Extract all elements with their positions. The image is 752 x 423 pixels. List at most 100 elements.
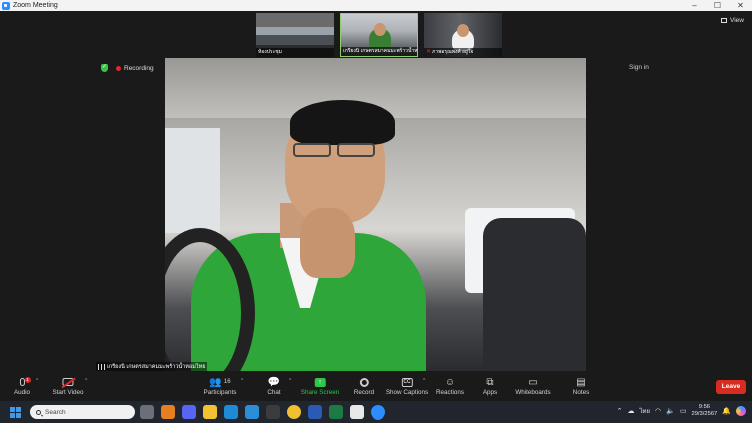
- widgets-icon[interactable]: [161, 405, 175, 419]
- mic-muted-icon: ✕: [426, 49, 432, 55]
- volume-icon[interactable]: 🔈: [666, 407, 675, 415]
- video-options-chevron-icon[interactable]: ^: [85, 378, 87, 384]
- wifi-icon[interactable]: ◠: [655, 407, 661, 415]
- file-explorer-icon[interactable]: [203, 405, 217, 419]
- search-placeholder: Search: [45, 408, 66, 416]
- notes-icon: ▤: [576, 376, 586, 388]
- clock[interactable]: 9:56 29/3/2567: [691, 404, 717, 418]
- whiteboards-button[interactable]: ▭ Whiteboards: [515, 375, 551, 397]
- title-bar: Zoom Meeting – ☐ ✕: [0, 0, 752, 11]
- zoom-logo-icon: [2, 1, 10, 10]
- thumbnail-name: ภาพอรุณพงศ์ อยู่ใจ: [432, 49, 474, 55]
- share-screen-label: Share Screen: [300, 389, 340, 396]
- apps-button[interactable]: ⧉ Apps: [482, 375, 498, 397]
- task-view-icon[interactable]: [140, 405, 154, 419]
- participants-label: Participants: [203, 389, 237, 396]
- meeting-toolbar: 1 Audio ^ Start Video ^ 👥 16 Participants…: [0, 372, 752, 401]
- participant-thumbnail[interactable]: ห้องประชุม: [256, 13, 334, 57]
- meeting-status: Recording: [101, 63, 154, 72]
- view-button[interactable]: View: [721, 17, 744, 24]
- search-icon: [36, 409, 41, 415]
- speaker-hair: [290, 100, 395, 145]
- notification-bell-icon[interactable]: 🔔: [722, 407, 731, 415]
- reactions-label: Reactions: [435, 389, 465, 396]
- close-button[interactable]: ✕: [729, 0, 752, 11]
- meeting-area: ห้องประชุม เกรียงนิ เกษตรสมาคมมะพร้าวน้ำ…: [0, 11, 752, 372]
- window-title: Zoom Meeting: [13, 2, 58, 9]
- car-seat: [483, 218, 586, 371]
- document-icon[interactable]: [350, 405, 364, 419]
- record-icon: [359, 377, 369, 387]
- chat-options-chevron-icon[interactable]: ^: [289, 378, 291, 384]
- maximize-button[interactable]: ☐: [706, 0, 729, 11]
- battery-icon[interactable]: ▭: [680, 407, 687, 415]
- store-icon[interactable]: [266, 405, 280, 419]
- captions-options-chevron-icon[interactable]: ^: [423, 378, 425, 384]
- thumbnail-name-row: ✕ภาพอรุณพงศ์ อยู่ใจ: [424, 48, 502, 57]
- chat-icon: 💬: [267, 376, 281, 388]
- record-button[interactable]: Record: [354, 375, 374, 396]
- speaker-name: เกรียงนิ เกษตรสมาคมมะพร้าวน้ำหอมไทย: [107, 363, 206, 370]
- speaker-glasses: [293, 143, 383, 159]
- show-captions-label: Show Captions: [385, 389, 429, 396]
- signal-strength-icon: [98, 363, 105, 370]
- language-indicator[interactable]: ไทย: [640, 406, 651, 416]
- recording-label: Recording: [124, 64, 154, 72]
- thumbnail-strip: ห้องประชุม เกรียงนิ เกษตรสมาคมมะพร้าวน้ำ…: [256, 13, 502, 57]
- audio-button[interactable]: 1 Audio: [13, 375, 31, 396]
- record-label: Record: [353, 389, 375, 396]
- audio-label: Audio: [13, 389, 31, 396]
- audio-options-chevron-icon[interactable]: ^: [36, 378, 38, 384]
- word-icon[interactable]: [308, 405, 322, 419]
- active-speaker-video: [165, 58, 586, 371]
- reactions-icon: ☺: [444, 376, 456, 388]
- photos-icon[interactable]: [245, 405, 259, 419]
- share-screen-button[interactable]: ↑ Share Screen: [300, 375, 340, 396]
- video-off-icon: [62, 378, 74, 386]
- speaker-name-tag: เกรียงนิ เกษตรสมาคมมะพร้าวน้ำหอมไทย: [96, 362, 208, 371]
- windows-start-icon[interactable]: [10, 407, 21, 418]
- minimize-button[interactable]: –: [683, 0, 706, 11]
- start-video-button[interactable]: Start Video: [52, 375, 84, 396]
- speaker-hand: [300, 208, 355, 278]
- copilot-icon[interactable]: [736, 406, 746, 416]
- whiteboards-label: Whiteboards: [515, 389, 551, 396]
- clock-date: 29/3/2567: [691, 411, 718, 417]
- view-button-label: View: [730, 17, 744, 24]
- microphone-icon: 1: [19, 377, 31, 386]
- chrome-icon[interactable]: [287, 405, 301, 419]
- apps-label: Apps: [482, 389, 498, 396]
- apps-icon: ⧉: [486, 376, 494, 388]
- audio-badge: 1: [24, 377, 31, 383]
- thumbnail-name: เกรียงนิ เกษตรสมาคมมะพร้าวน้ำหอมไทย: [341, 47, 417, 56]
- notes-button[interactable]: ▤ Notes: [573, 375, 589, 397]
- thumbnail-name: ห้องประชุม: [256, 48, 334, 57]
- zoom-app-icon[interactable]: [371, 405, 385, 419]
- chat-button[interactable]: 💬 Chat: [267, 375, 281, 397]
- clock-time: 9:56: [698, 404, 711, 410]
- sign-in-link[interactable]: Sign in: [629, 64, 649, 71]
- start-video-label: Start Video: [52, 389, 84, 396]
- leave-button[interactable]: Leave: [716, 380, 746, 394]
- participant-head: [374, 23, 386, 36]
- chat-label: Chat: [267, 389, 281, 396]
- excel-icon[interactable]: [329, 405, 343, 419]
- edge-icon[interactable]: [224, 405, 238, 419]
- closed-captions-icon: CC: [401, 377, 413, 387]
- participants-icon: 👥: [209, 376, 222, 388]
- cloud-icon[interactable]: ☁: [628, 407, 635, 415]
- recording-indicator[interactable]: Recording: [116, 65, 154, 72]
- tray-chevron-icon[interactable]: ⌃: [617, 407, 623, 415]
- show-captions-button[interactable]: CC Show Captions: [386, 375, 428, 396]
- taskbar-search-input[interactable]: Search: [30, 405, 135, 419]
- reactions-button[interactable]: ☺ Reactions: [435, 375, 465, 397]
- grid-view-icon: [721, 18, 728, 23]
- participant-thumbnail[interactable]: เกรียงนิ เกษตรสมาคมมะพร้าวน้ำหอมไทย: [340, 13, 418, 57]
- system-tray: ⌃ ☁ ไทย ◠ 🔈 ▭ 9:56 29/3/2567 🔔: [617, 404, 746, 418]
- participants-options-chevron-icon[interactable]: ^: [241, 378, 243, 384]
- participant-thumbnail[interactable]: ✕ภาพอรุณพงศ์ อยู่ใจ: [424, 13, 502, 57]
- participants-button[interactable]: 👥 16 Participants: [203, 375, 237, 397]
- car-window-left: [165, 128, 220, 233]
- encryption-shield-icon[interactable]: [101, 63, 108, 72]
- meet-app-icon[interactable]: [182, 405, 196, 419]
